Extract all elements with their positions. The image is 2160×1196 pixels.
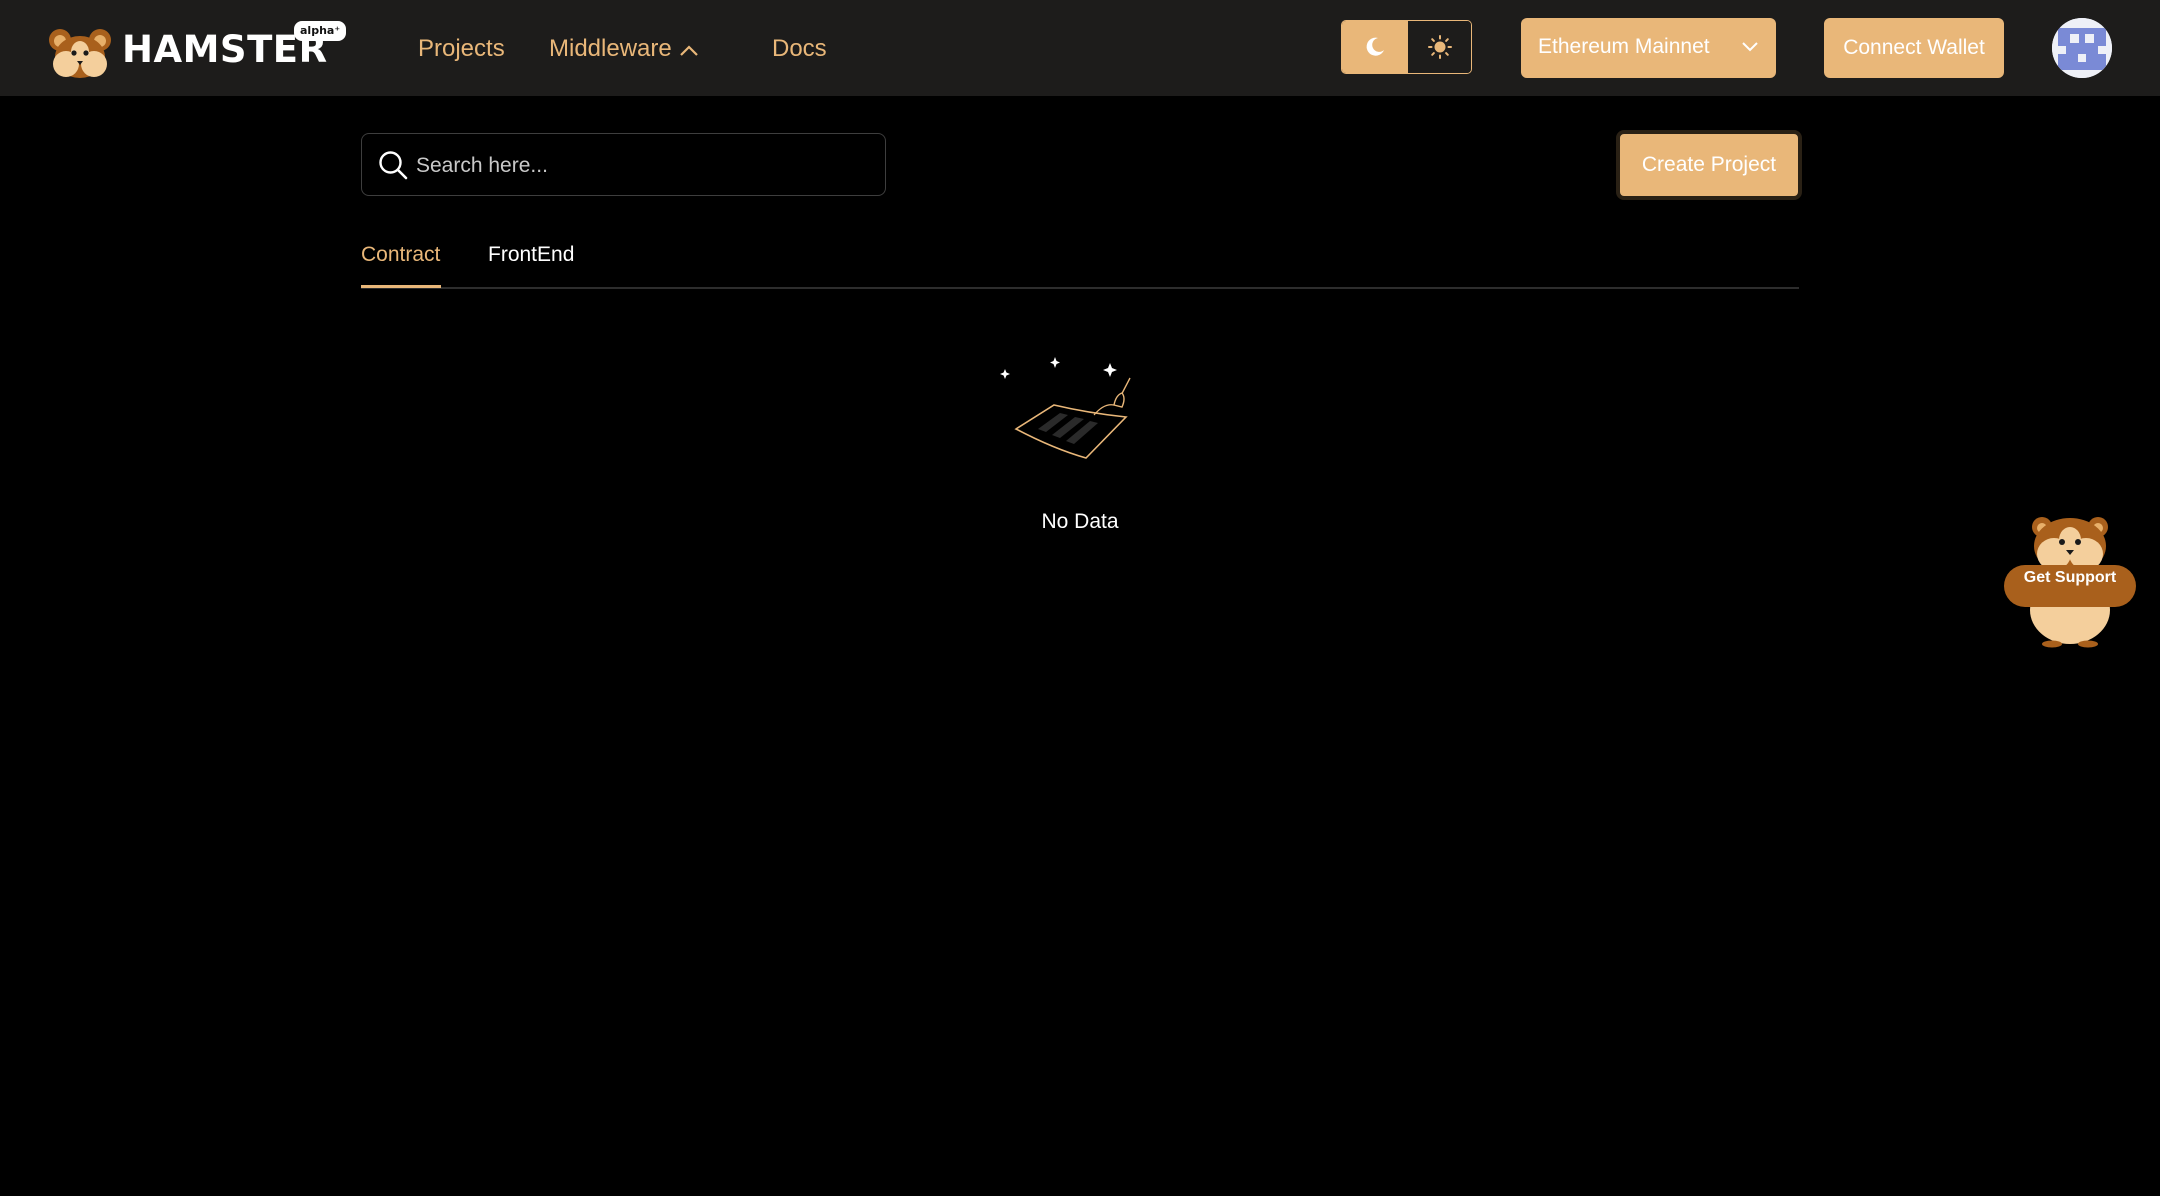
network-selected-value: Ethereum Mainnet	[1538, 35, 1710, 58]
tabs-divider	[361, 287, 1799, 289]
nav-middleware[interactable]: Middleware	[549, 34, 700, 64]
connect-wallet-button[interactable]: Connect Wallet	[1824, 18, 2004, 78]
empty-state-text: No Data	[1041, 510, 1119, 533]
hamster-logo-icon	[49, 29, 111, 78]
sun-icon	[1427, 35, 1452, 59]
chevron-up-icon	[679, 45, 698, 56]
get-support-label: Get Support	[2023, 569, 2117, 586]
create-project-button[interactable]: Create Project	[1616, 130, 1802, 200]
avatar[interactable]	[2052, 18, 2112, 78]
nav-docs[interactable]: Docs	[772, 34, 827, 64]
tab-contract[interactable]: Contract	[361, 243, 440, 267]
top-header: HAMSTER alpha⁺ Projects Middleware Docs	[0, 0, 2160, 96]
theme-toggle	[1341, 20, 1472, 74]
tab-frontend[interactable]: FrontEnd	[488, 243, 574, 267]
empty-state: No Data	[980, 340, 1180, 540]
empty-box-icon	[1000, 357, 1131, 459]
alpha-badge: alpha⁺	[294, 21, 347, 41]
avatar-identicon	[2052, 18, 2112, 78]
search-input[interactable]	[414, 134, 878, 197]
dark-mode-button[interactable]	[1342, 21, 1408, 73]
nav-middleware-label: Middleware	[549, 35, 672, 62]
light-mode-button[interactable]	[1408, 21, 1471, 73]
get-support-widget[interactable]: Get Support	[2004, 510, 2136, 648]
nav-projects[interactable]: Projects	[418, 34, 505, 64]
active-tab-indicator	[361, 285, 441, 288]
moon-icon	[1366, 37, 1384, 56]
project-tabs: Contract FrontEnd	[361, 240, 1799, 290]
network-select[interactable]: Ethereum Mainnet	[1521, 18, 1776, 78]
search-box	[361, 133, 886, 197]
search-icon	[379, 151, 408, 180]
chevron-down-icon	[1742, 42, 1758, 52]
